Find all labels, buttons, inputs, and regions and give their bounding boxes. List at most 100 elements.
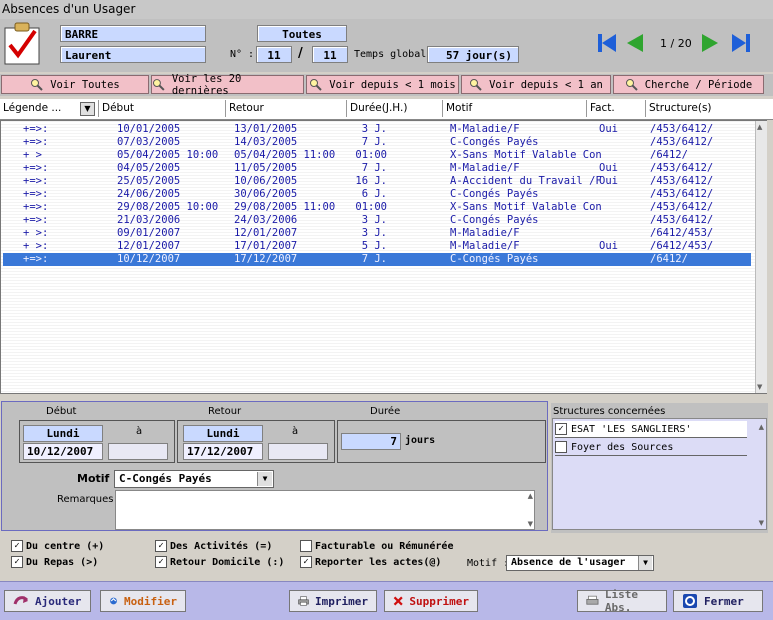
cell-reason: X-Sans Motif Valable Con: [450, 201, 602, 213]
global-time-unit: jour(s): [465, 49, 512, 62]
print-button[interactable]: Imprimer: [289, 590, 377, 612]
structure-item-esat[interactable]: ✓ ESAT 'LES SANGLIERS': [555, 421, 747, 438]
return-date-field[interactable]: 17/12/2007: [183, 443, 263, 460]
cell-dur: 3 J.: [361, 214, 387, 226]
table-row[interactable]: +=>: 29/08/2005 10:00 29/08/2005 11:00 01:0…: [3, 201, 751, 214]
previous-record-button[interactable]: [623, 32, 645, 54]
next-record-button[interactable]: [700, 32, 722, 54]
cell-ret: 05/04/2005 11:00: [234, 149, 336, 161]
view-last-year-button[interactable]: Voir depuis < 1 an: [461, 75, 611, 94]
modify-button[interactable]: Modifier: [100, 590, 186, 612]
view-last-month-button[interactable]: Voir depuis < 1 mois: [306, 75, 459, 94]
scroll-up-icon[interactable]: ▲: [757, 123, 762, 131]
absence-list[interactable]: +=>: 10/01/2005 13/01/2005 3 J. M-Maladie/F O…: [0, 120, 767, 394]
first-record-button[interactable]: [596, 32, 618, 54]
cell-reason: M-Maladie/F: [450, 123, 520, 135]
check-icon: ✓: [155, 556, 167, 568]
first-name-field[interactable]: Laurent: [60, 46, 206, 63]
filter-label: Toutes: [257, 25, 347, 42]
cell-flag: +=>:: [23, 123, 49, 135]
list-print-icon: [586, 595, 599, 605]
table-row[interactable]: +=>: 07/03/2005 14/03/2005 7 J. C-Congés Pay…: [3, 136, 751, 149]
legend-dropdown[interactable]: Légende ... ▼: [0, 100, 97, 117]
checkbox-reporter[interactable]: ✓ Reporter les actes(@): [300, 556, 441, 568]
return-time-field[interactable]: [268, 443, 328, 460]
checkbox-repas[interactable]: ✓ Du Repas (>): [11, 556, 98, 568]
scroll-up-icon[interactable]: ▲: [759, 423, 764, 431]
last-name-field[interactable]: BARRE: [60, 25, 206, 42]
cell-ret: 10/06/2005: [234, 175, 298, 187]
cell-reason: M-Maladie/F: [450, 162, 520, 174]
start-label: Début: [46, 406, 77, 417]
table-row[interactable]: +=>: 21/03/2006 24/03/2006 3 J. C-Congés Pay…: [3, 214, 751, 227]
remarks-textarea[interactable]: ▲ ▼: [115, 490, 535, 530]
cell-reason: A-Accident du Travail /F: [450, 175, 602, 187]
cell-start: 29/08/2005 10:00: [117, 201, 219, 213]
search-period-button[interactable]: Cherche / Période: [613, 75, 764, 94]
record-total: 11: [312, 46, 348, 63]
view-last-20-button[interactable]: Voir les 20 dernières: [151, 73, 304, 97]
table-row[interactable]: +=>: 10/01/2005 13/01/2005 3 J. M-Maladie/F O…: [3, 123, 751, 136]
checkbox-activites[interactable]: ✓ Des Activités (=): [155, 540, 272, 552]
scroll-up-icon[interactable]: ▲: [528, 492, 533, 500]
table-row[interactable]: + >: 12/01/2007 17/01/2007 5 J. M-Maladie/F O…: [3, 240, 751, 253]
scroll-down-icon[interactable]: ▼: [757, 383, 762, 391]
table-row[interactable]: + > 05/04/2005 10:00 05/04/2005 11:00 01:00…: [3, 149, 751, 162]
checkbox-centre[interactable]: ✓ Du centre (+): [11, 540, 104, 552]
cell-flag: +=>:: [23, 162, 49, 174]
cell-start: 05/04/2005 10:00: [117, 149, 219, 161]
start-date-field[interactable]: 10/12/2007: [23, 443, 103, 460]
structure-item-foyer[interactable]: Foyer des Sources: [555, 439, 747, 456]
cell-reason: M-Maladie/F: [450, 240, 520, 252]
column-structure[interactable]: Structure(s): [645, 100, 765, 117]
motif-select[interactable]: Absence de l'usager ▼: [506, 555, 654, 571]
table-row[interactable]: +=>: 10/12/2007 17/12/2007 7 J. C-Congés Pay…: [3, 253, 751, 266]
table-row[interactable]: +=>: 24/06/2005 30/06/2005 6 J. C-Congés Pay…: [3, 188, 751, 201]
global-time-value: 57: [446, 49, 460, 62]
cell-dur: 3 J.: [361, 227, 387, 239]
last-record-button[interactable]: [730, 32, 752, 54]
table-row[interactable]: +=>: 25/05/2005 10/06/2005 16 J. A-Accident …: [3, 175, 751, 188]
checkbox-retour[interactable]: ✓ Retour Domicile (:): [155, 556, 284, 568]
chevron-down-icon: ▼: [638, 556, 652, 570]
list-scrollbar[interactable]: ▲ ▼: [755, 121, 767, 393]
cell-struct: /453/6412/: [650, 188, 714, 200]
scroll-down-icon[interactable]: ▼: [528, 520, 533, 528]
top-bar: BARRE Laurent Toutes N° : 11 / 11 Temps …: [0, 19, 773, 72]
list-absences-button[interactable]: Liste Abs.: [577, 588, 667, 614]
column-return[interactable]: Retour: [225, 100, 344, 117]
close-button[interactable]: Fermer: [673, 590, 763, 612]
add-button[interactable]: Ajouter: [4, 590, 91, 612]
structures-list[interactable]: ✓ ESAT 'LES SANGLIERS' Foyer des Sources …: [552, 418, 767, 530]
duration-label: Durée: [370, 406, 401, 417]
cell-ret: 13/01/2005: [234, 123, 298, 135]
delete-button[interactable]: Supprimer: [384, 590, 478, 612]
checkbox-empty-icon: [555, 441, 567, 453]
cell-flag: + >:: [23, 227, 49, 239]
cell-start: 21/03/2006: [117, 214, 181, 226]
cell-ret: 11/05/2005: [234, 162, 298, 174]
record-current: 11: [256, 46, 292, 63]
cell-ret: 24/03/2006: [234, 214, 298, 226]
column-duration[interactable]: Durée(J.H.): [346, 100, 440, 117]
reason-select[interactable]: C-Congés Payés ▼: [114, 470, 274, 488]
cell-struct: /453/6412/: [650, 123, 714, 135]
checkbox-facturable[interactable]: Facturable ou Rémunérée: [300, 540, 453, 552]
table-row[interactable]: +=>: 04/05/2005 11/05/2005 7 J. M-Maladie/F O…: [3, 162, 751, 175]
chevron-down-icon: ▼: [257, 472, 272, 486]
cell-struct: /453/6412/: [650, 136, 714, 148]
cell-start: 10/12/2007: [117, 253, 181, 265]
column-start[interactable]: Début: [98, 100, 222, 117]
start-time-field[interactable]: [108, 443, 168, 460]
column-billed[interactable]: Fact.: [586, 100, 643, 117]
view-all-button[interactable]: Voir Toutes: [1, 75, 149, 94]
cell-start: 09/01/2007: [117, 227, 181, 239]
column-reason[interactable]: Motif: [442, 100, 584, 117]
cell-ret: 30/06/2005: [234, 188, 298, 200]
scroll-down-icon[interactable]: ▼: [759, 519, 764, 527]
check-icon: ✓: [300, 556, 312, 568]
global-time-field: 57 jour(s): [427, 46, 519, 63]
cell-dur: 01:00: [355, 149, 387, 161]
table-row[interactable]: + >: 09/01/2007 12/01/2007 3 J. M-Maladie/F /…: [3, 227, 751, 240]
chevron-down-icon: ▼: [80, 102, 95, 116]
